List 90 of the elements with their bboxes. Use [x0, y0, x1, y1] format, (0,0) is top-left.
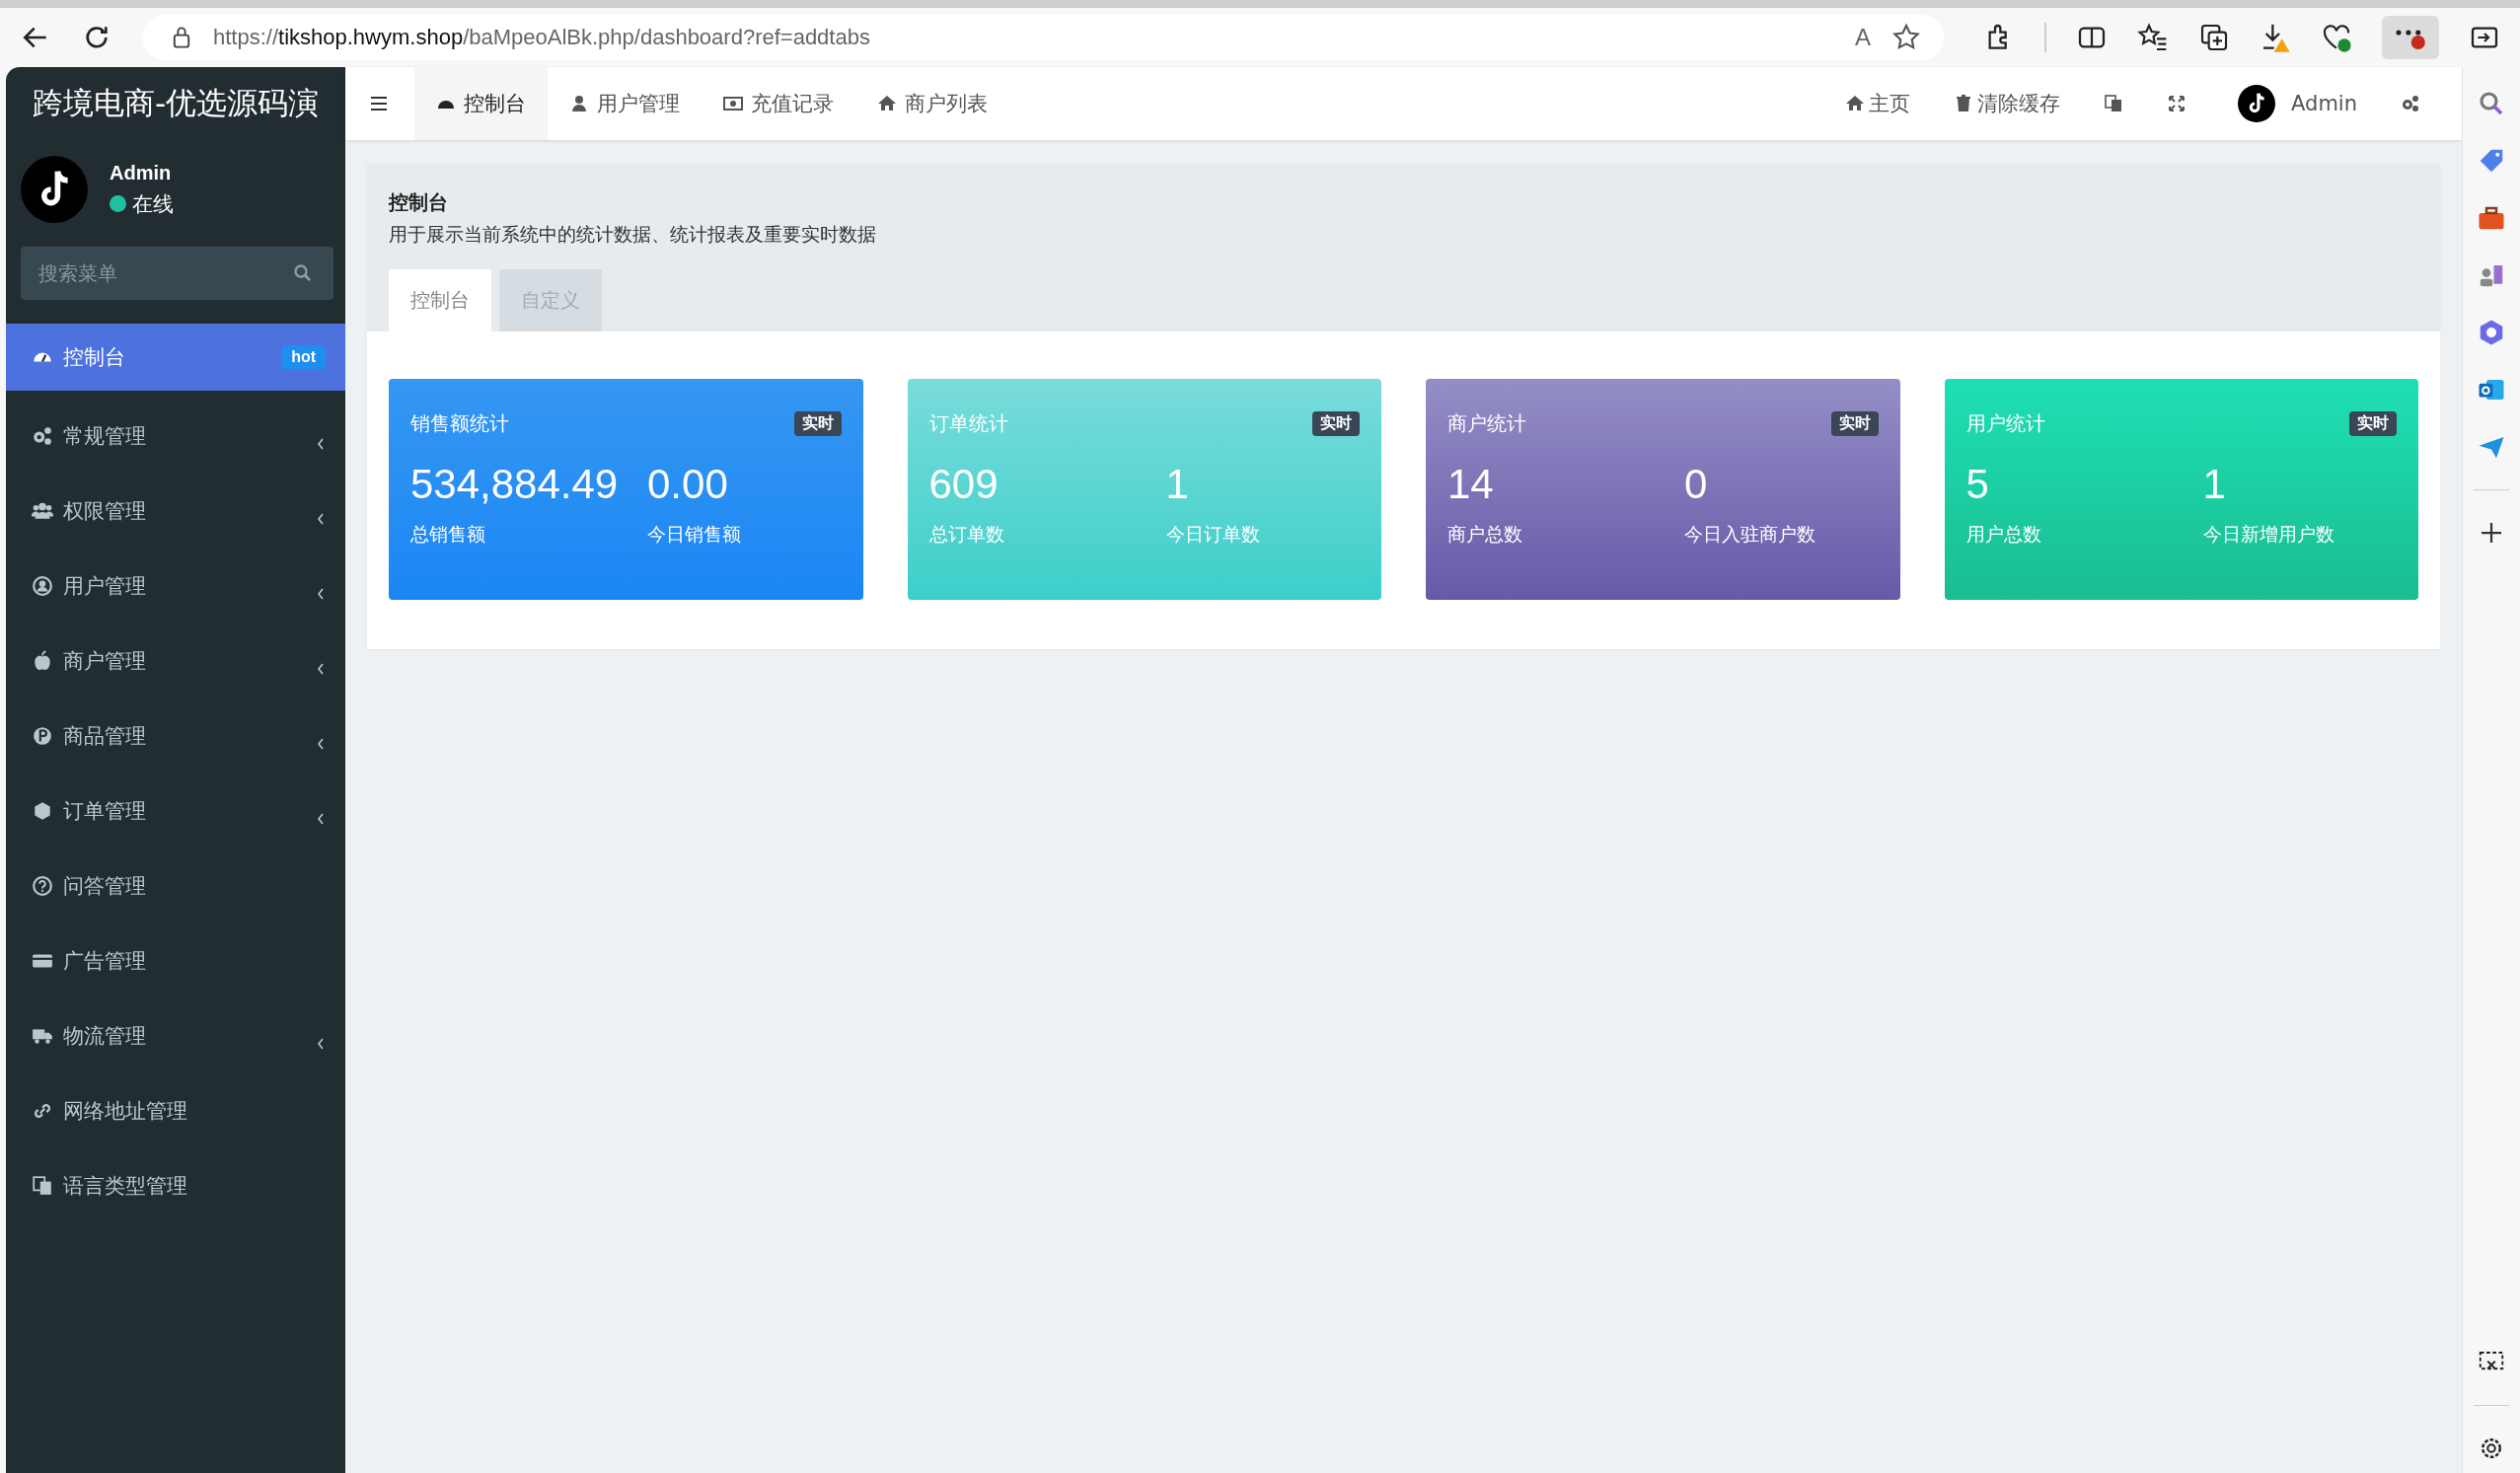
stat-label: 商户总数: [1447, 522, 1523, 547]
menu-icon[interactable]: [369, 94, 389, 113]
apple-icon: [32, 650, 53, 672]
stat-value: 14: [1447, 461, 1495, 508]
url-text: https://tikshop.hwym.shop/baMpeoAlBk.php/dashboard?ref=addtabs: [213, 25, 871, 50]
stat-value: 609: [928, 461, 1000, 508]
translate-icon[interactable]: [2104, 94, 2124, 113]
heart-pulse-icon[interactable]: [2321, 22, 2352, 53]
gears-icon: [32, 425, 53, 447]
stat-label: 今日新增用户数: [2202, 522, 2335, 547]
menu-item[interactable]: 控制台 hot: [6, 324, 345, 391]
collections-icon[interactable]: [2198, 22, 2230, 53]
menu-label: 商品管理: [63, 723, 147, 750]
stat-label: 今日入驻商户数: [1684, 522, 1816, 547]
stat-label: 今日销售额: [647, 522, 742, 547]
stat-label: 今日订单数: [1165, 522, 1261, 547]
card-title: 商户统计: [1447, 410, 1526, 437]
menu-label: 订单管理: [63, 798, 147, 825]
menu-label: 物流管理: [63, 1023, 147, 1050]
p-circle-icon: [32, 725, 53, 747]
nav-tab[interactable]: 用户管理: [548, 67, 702, 140]
menu-item[interactable]: 用户管理: [6, 549, 345, 624]
menu-label: 商户管理: [63, 648, 147, 675]
menu-item[interactable]: 订单管理: [6, 773, 345, 848]
users-icon: [32, 500, 53, 522]
more-button[interactable]: [2382, 16, 2439, 59]
card-title: 用户统计: [1965, 410, 2045, 437]
stat-value: 1: [2202, 461, 2227, 508]
menu-search-field[interactable]: 搜索菜单: [21, 247, 334, 300]
header-link[interactable]: 主页: [1845, 90, 1911, 117]
realtime-badge: 实时: [793, 411, 842, 436]
menu-label: 用户管理: [63, 573, 147, 600]
stat-value: 1: [1165, 461, 1190, 508]
question-circle-icon: [32, 875, 53, 897]
avatar-icon: [2238, 85, 2276, 122]
home-icon: [877, 94, 897, 113]
nav-tab[interactable]: 商户列表: [855, 67, 1009, 140]
menu-item[interactable]: 语言类型管理: [6, 1148, 345, 1223]
read-aloud-button[interactable]: A: [1855, 24, 1871, 51]
user-icon: [569, 94, 589, 113]
stat-label: 用户总数: [1965, 522, 2042, 547]
address-bar[interactable]: https://tikshop.hwym.shop/baMpeoAlBk.php/dashboard?ref=addtabs A: [142, 15, 1944, 60]
menu-item[interactable]: 商户管理: [6, 624, 345, 699]
stat-value: 0: [1684, 461, 1709, 508]
user-status: 在线: [132, 190, 174, 218]
stat-value: 534,884.49: [410, 461, 620, 508]
stat-value: 0.00: [647, 461, 729, 508]
realtime-badge: 实时: [1830, 411, 1879, 436]
fullscreen-icon[interactable]: [2167, 94, 2187, 113]
money-icon: [723, 94, 743, 113]
admin-name[interactable]: Admin: [2291, 92, 2357, 115]
cube-icon: [32, 800, 53, 822]
search-icon[interactable]: [293, 263, 313, 283]
nav-tab[interactable]: 控制台: [414, 67, 548, 140]
menu-item[interactable]: 问答管理: [6, 848, 345, 923]
realtime-badge: 实时: [2349, 411, 2397, 436]
menu-item[interactable]: 网络地址管理: [6, 1073, 345, 1148]
menu-label: 网络地址管理: [63, 1098, 188, 1125]
panel-description: 用于展示当前系统中的统计数据、统计报表及重要实时数据: [389, 222, 877, 247]
menu-label: 权限管理: [63, 498, 147, 525]
online-dot: [110, 195, 126, 212]
menu-item[interactable]: 物流管理: [6, 998, 345, 1073]
logo-title: 跨境电商-优选源码演: [31, 84, 321, 122]
menu-item[interactable]: 常规管理: [6, 399, 345, 474]
menu-label: 常规管理: [63, 423, 147, 450]
menu-label: 广告管理: [63, 948, 147, 975]
menu-label: 问答管理: [63, 873, 147, 900]
card-title: 订单统计: [928, 410, 1008, 437]
menu-label: 控制台: [63, 344, 126, 371]
nav-tab[interactable]: 充值记录: [702, 67, 855, 140]
gears-icon[interactable]: [2401, 94, 2420, 113]
hot-badge: hot: [281, 345, 326, 369]
stat-value: 5: [1965, 461, 1990, 508]
translate-icon: [32, 1175, 53, 1197]
home-icon: [1845, 94, 1866, 113]
user-circle-icon: [32, 575, 53, 597]
panel-tab[interactable]: 控制台: [389, 269, 491, 331]
menu-item[interactable]: 权限管理: [6, 474, 345, 549]
avatar-icon: [21, 156, 88, 223]
card-title: 销售额统计: [410, 410, 509, 437]
realtime-badge: 实时: [1312, 411, 1360, 436]
menu-item[interactable]: 广告管理: [6, 923, 345, 998]
panel-title: 控制台: [389, 189, 449, 216]
stat-label: 总销售额: [410, 522, 486, 547]
menu-item[interactable]: 商品管理: [6, 699, 345, 773]
stat-label: 总订单数: [928, 522, 1005, 547]
favorites-icon[interactable]: [2137, 22, 2169, 53]
menu-label: 语言类型管理: [63, 1173, 188, 1200]
header-link[interactable]: 清除缓存: [1954, 90, 2061, 117]
user-name: Admin: [110, 161, 173, 184]
